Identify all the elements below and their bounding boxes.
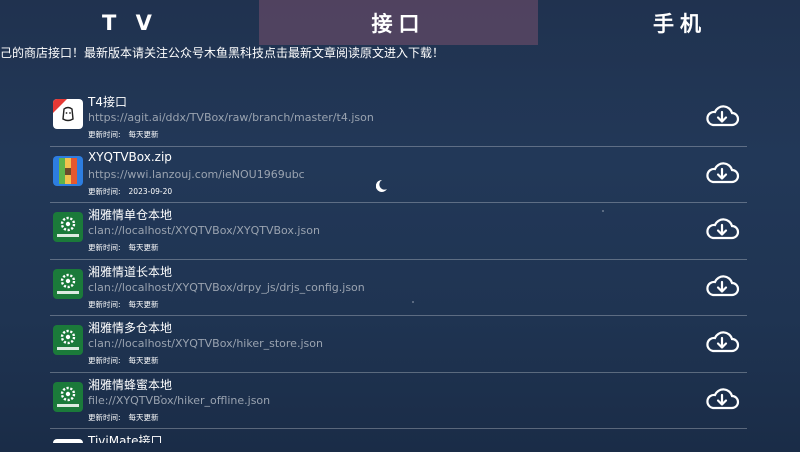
cloud-download-icon[interactable] <box>704 105 740 127</box>
cloud-download-icon[interactable] <box>704 331 740 353</box>
cloud-download-icon[interactable] <box>704 274 740 297</box>
item-title: XYQTVBox.zip <box>88 149 172 164</box>
cloud-download-icon[interactable] <box>704 387 740 410</box>
update-time-label: 更新时间: <box>88 356 121 365</box>
list-item[interactable]: 湘雅情蜂蜜本地 file://XYQTVBox/hiker_offline.jso… <box>50 373 747 429</box>
tab-api[interactable]: 接口 <box>259 0 538 45</box>
update-time-label: 更新时间: <box>88 186 121 196</box>
item-url: file://XYQTVBox/hiker_offline.json <box>88 393 271 407</box>
tab-tv[interactable]: T V <box>40 0 220 45</box>
t4-app-icon <box>53 99 83 129</box>
item-title: TiviMate接口 <box>88 434 163 443</box>
gear-app-icon <box>53 381 83 412</box>
item-url: https://agit.ai/ddx/TVBox/raw/branch/mas… <box>88 111 374 124</box>
list-item[interactable]: XYQTVBox.zip https://wwi.lanzouj.com/ieNO… <box>50 147 747 203</box>
list-item[interactable]: 湘雅情多仓本地 clan://localhost/XYQTVBox/hiker_s… <box>50 316 747 373</box>
update-time-value: 每天更新 <box>128 356 159 365</box>
update-time-value: 每天更新 <box>128 130 159 139</box>
update-time-value: 每天更新 <box>128 299 159 309</box>
zip-archive-icon <box>53 155 83 186</box>
item-update-time: 更新时间: 每天更新 <box>88 242 167 253</box>
update-time-value: 每天更新 <box>128 412 159 422</box>
item-title: T4接口 <box>88 95 127 109</box>
update-time-label: 更新时间: <box>88 243 121 252</box>
cloud-download-icon[interactable] <box>704 218 740 240</box>
update-time-label: 更新时间: <box>88 412 121 422</box>
item-title: 湘雅情多仓本地 <box>88 321 173 335</box>
item-update-time: 更新时间: 每天更新 <box>88 412 167 423</box>
item-title: 湘雅情单仓本地 <box>88 208 173 222</box>
update-time-value: 每天更新 <box>128 243 159 252</box>
moon-icon <box>376 179 387 192</box>
update-time-label: 更新时间: <box>88 130 121 139</box>
gear-app-icon <box>53 212 83 242</box>
cloud-download-icon[interactable] <box>704 161 740 184</box>
item-url: clan://localhost/XYQTVBox/drpy_js/drjs_c… <box>88 280 365 294</box>
item-url: clan://localhost/XYQTVBox/XYQTVBox.json <box>88 224 320 237</box>
item-url: https://wwi.lanzouj.com/ieNOU1969ubc <box>88 167 305 181</box>
item-update-time: 更新时间: 每天更新 <box>88 355 167 366</box>
gear-app-icon <box>53 268 83 299</box>
top-tab-bar: T V 接口 手机 <box>0 0 800 45</box>
app-icon <box>53 439 83 443</box>
item-update-time: 更新时间: 每天更新 <box>88 299 167 310</box>
notice-banner: 己的商店接口！最新版本请关注公众号木鱼黑科技点击最新文章阅读原文进入下载！ <box>0 46 445 60</box>
item-update-time: 更新时间: 每天更新 <box>88 129 167 140</box>
list-item[interactable]: 湘雅情单仓本地 clan://localhost/XYQTVBox/XYQTVBo… <box>50 203 747 260</box>
item-url: clan://localhost/XYQTVBox/hiker_store.js… <box>88 337 323 350</box>
item-title: 湘雅情蜂蜜本地 <box>88 377 173 392</box>
list-item[interactable]: T4接口 https://agit.ai/ddx/TVBox/raw/branch… <box>50 90 747 147</box>
update-time-label: 更新时间: <box>88 299 121 309</box>
item-update-time: 更新时间: 2023-09-20 <box>88 186 180 197</box>
list-item[interactable]: 湘雅情道长本地 clan://localhost/XYQTVBox/drpy_js… <box>50 260 747 316</box>
gear-app-icon <box>53 325 83 355</box>
interface-list: T4接口 https://agit.ai/ddx/TVBox/raw/branch… <box>50 90 747 443</box>
item-title: 湘雅情道长本地 <box>88 264 173 279</box>
tab-phone[interactable]: 手机 <box>560 0 800 45</box>
update-time-value: 2023-09-20 <box>128 186 173 196</box>
